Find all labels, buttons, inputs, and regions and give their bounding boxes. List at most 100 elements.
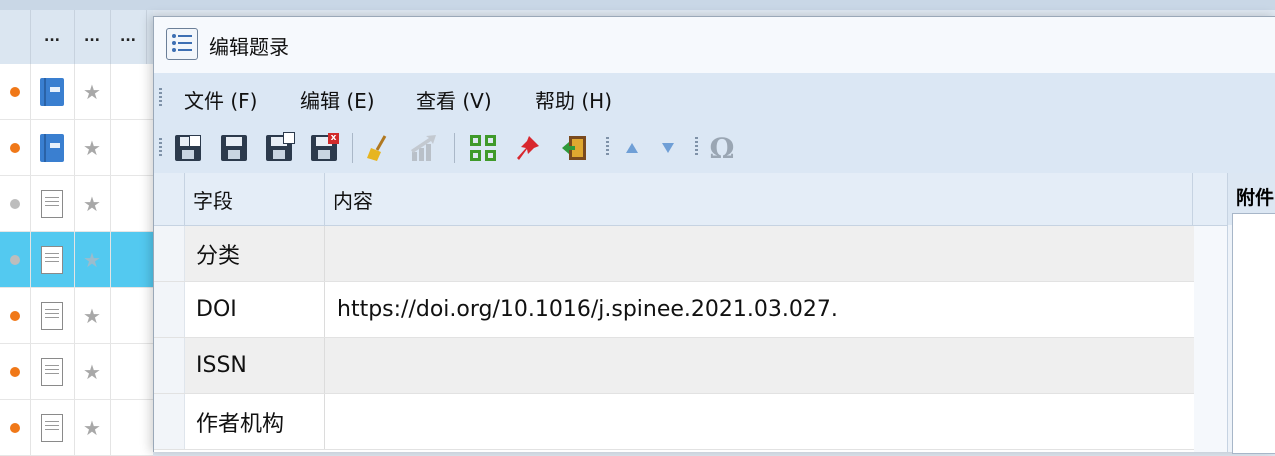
attachments-panel: 附件 [1227, 173, 1275, 454]
field-value[interactable] [325, 394, 1194, 449]
list-header-col-3[interactable]: ... [110, 10, 147, 64]
menu-help[interactable]: 帮助 (H) [531, 83, 616, 116]
status-cell [0, 64, 31, 119]
dialog-title: 编辑题录 [209, 35, 289, 59]
list-header: ... ... ... [0, 10, 153, 65]
toolbar-separator [454, 133, 455, 163]
list-row[interactable]: ★ [0, 344, 153, 400]
list-row[interactable]: ★ [0, 400, 153, 456]
exit-icon[interactable] [558, 133, 590, 163]
star-icon[interactable]: ★ [83, 362, 101, 382]
save-icon[interactable] [218, 133, 250, 163]
list-header-col-1[interactable]: ... [30, 10, 75, 64]
table-row[interactable]: 分类 [154, 226, 1194, 282]
status-dot-icon [10, 310, 20, 321]
menu-edit[interactable]: 编辑 (E) [296, 83, 379, 116]
save-copy-icon[interactable] [263, 132, 295, 163]
field-value[interactable] [325, 226, 1194, 281]
list-header-status[interactable] [0, 10, 31, 64]
row-indent [154, 226, 185, 281]
status-dot-icon [10, 254, 20, 265]
document-icon [41, 189, 63, 218]
grid-header: 字段 内容 [154, 173, 1227, 226]
dialog-titlebar[interactable]: 编辑题录 [154, 17, 1275, 73]
list-row-selected[interactable]: ★ [0, 232, 153, 288]
star-cell[interactable]: ★ [74, 176, 111, 231]
status-cell [0, 344, 31, 399]
star-cell[interactable]: ★ [74, 64, 111, 119]
grid-icon[interactable] [467, 133, 499, 163]
field-value[interactable]: https://doi.org/10.1016/j.spinee.2021.03… [325, 282, 1194, 337]
type-cell [30, 120, 75, 175]
pin-icon[interactable] [512, 133, 544, 163]
arrow-down-icon[interactable] [652, 133, 684, 163]
type-cell [30, 400, 75, 455]
document-icon [41, 357, 63, 386]
menu-view[interactable]: 查看 (V) [412, 83, 496, 116]
list-row[interactable]: ★ [0, 64, 153, 120]
star-cell[interactable]: ★ [74, 120, 111, 175]
star-cell[interactable]: ★ [74, 344, 111, 399]
row-indent [154, 338, 185, 393]
star-icon[interactable]: ★ [83, 138, 101, 158]
edit-record-dialog: 编辑题录 文件 (F) 编辑 (E) 查看 (V) 帮助 (H) x Ω 字段 … [153, 16, 1275, 454]
arrow-up-icon[interactable] [616, 133, 648, 163]
omega-icon[interactable]: Ω [706, 132, 738, 165]
book-icon [40, 133, 64, 162]
toolbar-grip-icon[interactable] [695, 137, 698, 157]
star-icon[interactable]: ★ [83, 418, 101, 438]
star-icon[interactable]: ★ [83, 306, 101, 326]
toolbar-separator [352, 133, 353, 163]
list-row[interactable]: ★ [0, 288, 153, 344]
list-row[interactable]: ★ [0, 176, 153, 232]
save-add-icon[interactable] [172, 133, 204, 163]
document-icon [41, 245, 63, 274]
star-cell[interactable]: ★ [74, 400, 111, 455]
type-cell [30, 176, 75, 231]
menu-file[interactable]: 文件 (F) [180, 83, 261, 116]
star-cell[interactable]: ★ [74, 288, 111, 343]
field-name: DOI [185, 282, 325, 337]
field-value[interactable] [325, 338, 1194, 393]
star-icon[interactable]: ★ [83, 82, 101, 102]
column-header-field[interactable]: 字段 [185, 173, 325, 225]
table-row[interactable]: DOI https://doi.org/10.1016/j.spinee.202… [154, 282, 1194, 338]
status-dot-icon [10, 142, 20, 153]
status-dot-icon [10, 198, 20, 209]
record-list-icon [166, 28, 198, 60]
document-icon [41, 413, 63, 442]
broom-icon[interactable] [362, 133, 394, 163]
star-icon[interactable]: ★ [83, 194, 101, 214]
status-cell [0, 232, 31, 287]
type-cell [30, 64, 75, 119]
list-row[interactable]: ★ [0, 120, 153, 176]
status-cell [0, 120, 31, 175]
status-dot-icon [10, 366, 20, 377]
list-header-col-2[interactable]: ... [74, 10, 111, 64]
attachments-list[interactable] [1232, 213, 1275, 454]
book-icon [40, 77, 64, 106]
field-name: ISSN [185, 338, 325, 393]
document-icon [41, 301, 63, 330]
column-header-value[interactable]: 内容 [325, 173, 1193, 225]
field-name: 分类 [185, 226, 325, 281]
status-dot-icon [10, 422, 20, 433]
save-delete-icon[interactable]: x [308, 133, 340, 163]
status-cell [0, 400, 31, 455]
table-row[interactable]: 作者机构 [154, 394, 1194, 450]
star-cell[interactable]: ★ [74, 232, 111, 287]
toolbar-grip-icon[interactable] [159, 138, 162, 158]
row-indent [154, 394, 185, 449]
toolbar-grip-icon[interactable] [606, 137, 609, 157]
table-row[interactable]: ISSN [154, 338, 1194, 394]
type-cell [30, 288, 75, 343]
toolbar: x Ω [154, 123, 1275, 174]
row-indent [154, 282, 185, 337]
type-cell [30, 344, 75, 399]
menubar-grip-icon[interactable] [159, 88, 162, 108]
status-cell [0, 176, 31, 231]
menu-bar: 文件 (F) 编辑 (E) 查看 (V) 帮助 (H) [154, 73, 1275, 123]
star-icon[interactable]: ★ [83, 250, 101, 270]
status-cell [0, 288, 31, 343]
chart-icon[interactable] [408, 133, 440, 163]
